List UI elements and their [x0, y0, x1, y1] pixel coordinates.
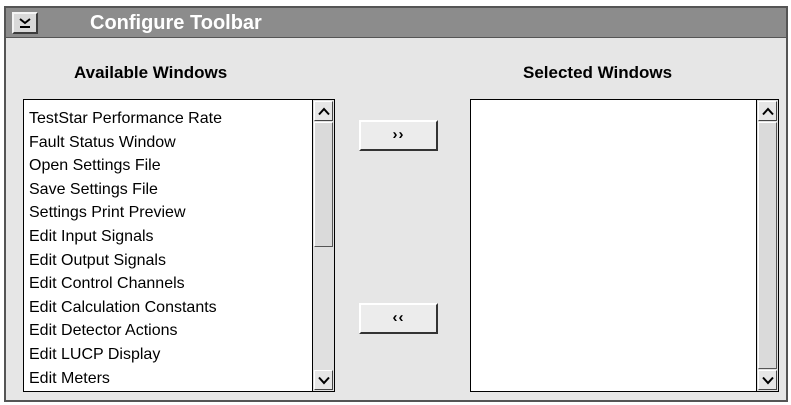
list-item[interactable]: Edit Detector Actions: [29, 319, 222, 343]
title-bar[interactable]: Configure Toolbar: [6, 8, 786, 38]
chevron-down-icon: [318, 376, 330, 385]
list-item[interactable]: Edit LUCP Display: [29, 343, 222, 367]
list-item[interactable]: Open Settings File: [29, 154, 222, 178]
list-item[interactable]: Edit Message Controls: [29, 390, 222, 391]
selected-scroll-up-button[interactable]: [758, 101, 777, 121]
available-scroll-down-button[interactable]: [314, 370, 333, 390]
available-scroll-thumb[interactable]: [314, 122, 333, 247]
selected-scrollbar[interactable]: [756, 100, 778, 391]
selected-windows-list[interactable]: [470, 99, 779, 392]
window-title: Configure Toolbar: [90, 12, 262, 34]
list-item[interactable]: TestStar Performance Rate: [29, 107, 222, 131]
list-item[interactable]: Edit Calculation Constants: [29, 296, 222, 320]
list-item[interactable]: Edit Input Signals: [29, 225, 222, 249]
list-item[interactable]: Edit Meters: [29, 367, 222, 391]
list-item[interactable]: Edit Control Channels: [29, 272, 222, 296]
available-scroll-up-button[interactable]: [314, 101, 333, 121]
chevron-up-icon: [762, 107, 774, 116]
available-windows-list[interactable]: TestStar Performance Rate Fault Status Wi…: [23, 99, 335, 392]
selected-scroll-down-button[interactable]: [758, 370, 777, 390]
remove-from-selected-button[interactable]: ‹‹: [359, 303, 438, 334]
selected-scroll-thumb[interactable]: [758, 122, 777, 369]
list-item[interactable]: Fault Status Window: [29, 131, 222, 155]
chevron-down-icon: [19, 18, 31, 28]
list-item[interactable]: Settings Print Preview: [29, 201, 222, 225]
available-windows-heading: Available Windows: [74, 63, 228, 82]
chevron-up-icon: [318, 107, 330, 116]
window-menu-button[interactable]: [12, 12, 38, 34]
available-items-container: TestStar Performance Rate Fault Status Wi…: [29, 107, 222, 391]
chevron-down-icon: [762, 376, 774, 385]
selected-windows-heading: Selected Windows: [523, 63, 673, 82]
list-item[interactable]: Edit Output Signals: [29, 249, 222, 273]
add-to-selected-button[interactable]: ››: [359, 120, 438, 151]
configure-toolbar-window: Configure Toolbar Available Windows Sele…: [4, 6, 788, 402]
available-scrollbar[interactable]: [312, 100, 334, 391]
list-item[interactable]: Save Settings File: [29, 178, 222, 202]
